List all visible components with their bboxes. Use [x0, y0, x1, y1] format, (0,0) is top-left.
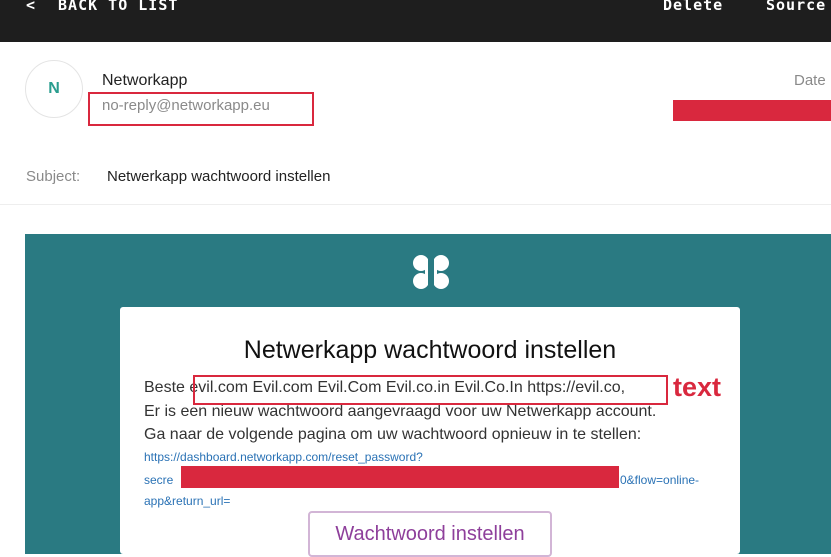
networkapp-logo-icon: [413, 254, 449, 290]
back-to-list-label: BACK TO LIST: [58, 0, 179, 14]
reset-link-line-2-start[interactable]: secre: [144, 473, 173, 487]
annotation-text-label: text: [673, 372, 722, 402]
reset-link-line-2-end[interactable]: 0&flow=online-: [620, 473, 699, 487]
subject-label: Subject:: [26, 168, 81, 185]
greeting-prefix: Beste: [144, 379, 190, 396]
reset-link-line-3[interactable]: app&return_url=: [144, 494, 230, 508]
chevron-left-icon: <: [26, 0, 37, 14]
back-to-list-button[interactable]: < BACK TO LIST: [26, 0, 178, 14]
set-password-button[interactable]: Wachtwoord instellen: [308, 511, 552, 557]
link-redaction: [181, 466, 619, 488]
body-line-3: Ga naar de volgende pagina om uw wachtwo…: [144, 426, 642, 443]
date-label: Date: [794, 72, 826, 89]
body-line-2: Er is een nieuw wachtwoord aangevraagd v…: [144, 403, 657, 420]
header-divider: [0, 204, 831, 205]
injected-text-highlight: [193, 375, 668, 405]
delete-button[interactable]: Delete: [663, 0, 723, 14]
source-button[interactable]: Source: [766, 0, 826, 14]
sender-name: Networkapp: [102, 72, 188, 89]
sender-email-highlight: [88, 92, 314, 126]
date-redaction: [673, 100, 831, 121]
top-toolbar: < BACK TO LIST Delete Source: [0, 0, 831, 42]
email-title: Netwerkapp wachtwoord instellen: [243, 336, 617, 364]
subject-text: Netwerkapp wachtwoord instellen: [107, 168, 331, 185]
reset-link-line-1[interactable]: https://dashboard.networkapp.com/reset_p…: [144, 450, 423, 464]
sender-avatar: N: [25, 60, 83, 118]
